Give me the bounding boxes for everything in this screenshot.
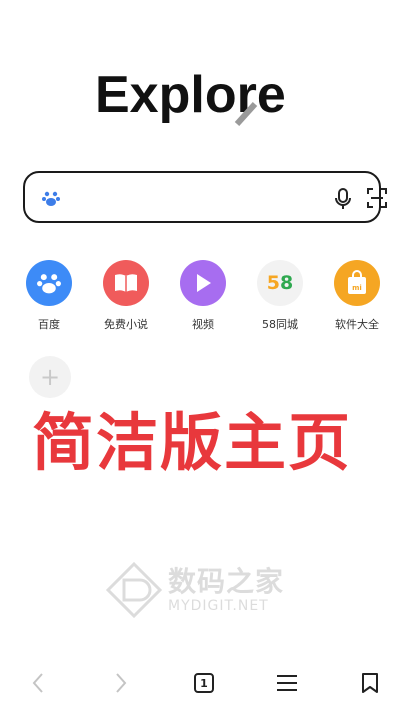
shortcut-label: 免费小说 bbox=[104, 318, 148, 331]
svg-text:Explore: Explore bbox=[95, 66, 286, 124]
explore-logo: Explore bbox=[0, 62, 410, 126]
svg-text:mi: mi bbox=[352, 284, 362, 292]
watermark-logo-icon bbox=[106, 562, 162, 618]
58-logo-icon: 58 bbox=[257, 260, 303, 306]
baidu-paw-icon[interactable] bbox=[41, 188, 61, 208]
explore-logo-mark: Explore bbox=[95, 66, 286, 126]
app-store-bag-icon: mi bbox=[334, 260, 380, 306]
video-play-icon bbox=[180, 260, 226, 306]
menu-button[interactable] bbox=[272, 668, 302, 698]
forward-button[interactable] bbox=[106, 668, 136, 698]
shortcut-grid: 百度 免费小说 视频 58 58同城 mi 软件大全 bbox=[0, 260, 410, 340]
search-input[interactable] bbox=[73, 185, 317, 213]
shortcut-label: 软件大全 bbox=[335, 318, 379, 331]
chevron-right-icon bbox=[116, 673, 127, 693]
hamburger-menu-icon bbox=[277, 675, 297, 691]
watermark-en: MYDIGIT.NET bbox=[168, 598, 269, 614]
shortcut-software[interactable]: mi 软件大全 bbox=[319, 260, 395, 332]
shortcut-label: 58同城 bbox=[262, 318, 298, 331]
shortcut-58[interactable]: 58 58同城 bbox=[242, 260, 318, 332]
shortcut-free-novel[interactable]: 免费小说 bbox=[88, 260, 164, 332]
back-button[interactable] bbox=[23, 668, 53, 698]
tab-count-badge: 1 bbox=[194, 673, 214, 693]
baidu-paw-icon bbox=[26, 260, 72, 306]
shortcut-label: 视频 bbox=[192, 318, 214, 331]
shortcut-label: 百度 bbox=[38, 318, 60, 331]
shortcut-baidu[interactable]: 百度 bbox=[11, 260, 87, 332]
search-bar[interactable] bbox=[23, 171, 387, 223]
bottom-toolbar: 1 bbox=[0, 656, 410, 711]
watermark-cn: 数码之家 bbox=[168, 565, 285, 598]
scan-icon[interactable] bbox=[366, 187, 388, 209]
plus-icon: + bbox=[39, 363, 61, 391]
shortcut-video[interactable]: 视频 bbox=[165, 260, 241, 332]
watermark: 数码之家 MYDIGIT.NET bbox=[106, 562, 306, 622]
bookmark-button[interactable] bbox=[355, 668, 385, 698]
overlay-caption: 简洁版主页 bbox=[32, 406, 353, 479]
bookmark-icon bbox=[362, 673, 378, 693]
microphone-icon[interactable] bbox=[332, 187, 354, 211]
book-icon bbox=[103, 260, 149, 306]
chevron-left-icon bbox=[32, 673, 43, 693]
tabs-button[interactable]: 1 bbox=[189, 668, 219, 698]
